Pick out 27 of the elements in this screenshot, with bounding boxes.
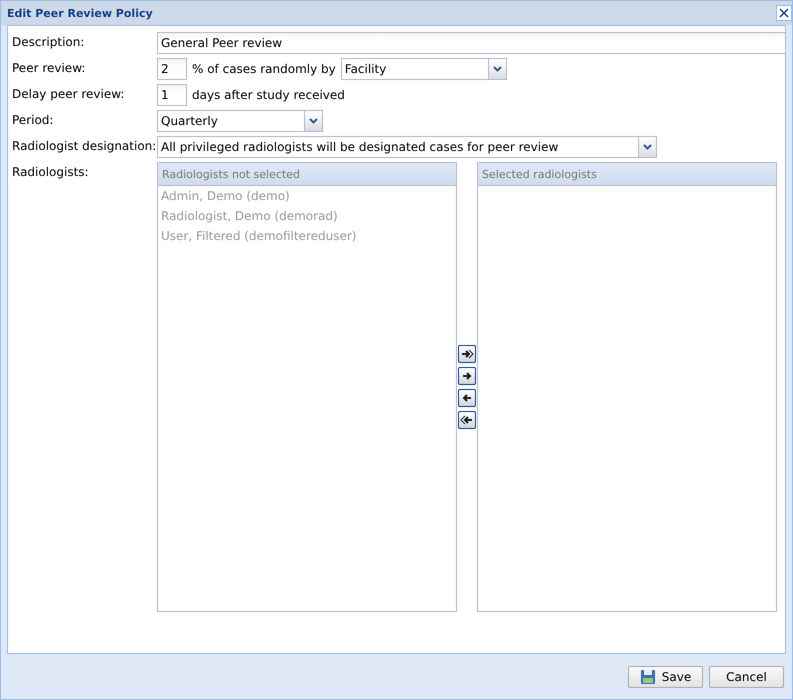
field-label: Radiologist designation: [12,138,157,155]
list-header: Radiologists not selected [158,163,456,186]
input-field[interactable]: General Peer review [157,32,786,54]
field-hint: days after study received [192,88,345,102]
cancel-button[interactable]: Cancel [709,666,784,688]
caret-icon [643,144,652,150]
field-label: Description: [12,34,86,51]
close-icon[interactable] [776,5,792,21]
remove-all-button[interactable] [458,411,476,429]
dropdown[interactable]: All privileged radiologists will be designated cases for peer review [157,136,657,158]
caret-icon [309,118,318,124]
dropdown[interactable]: Facility [340,58,507,80]
window-title: Edit Peer Review Policy [7,6,153,20]
field-label: Delay peer review: [12,86,126,103]
field-hint: % of cases randomly by [192,62,336,76]
dropdown[interactable]: Quarterly [157,110,323,132]
list-header: Selected radiologists [478,163,776,186]
field-label: Period: [12,112,54,129]
add-button[interactable] [458,367,476,385]
caret-icon [492,66,502,72]
add-all-button[interactable] [458,345,476,363]
input-field[interactable]: 1 [157,84,187,106]
field-label: Peer review: [12,60,86,77]
remove-button[interactable] [458,389,476,407]
field-label: Radiologists: [12,164,90,181]
save-button[interactable]: Save [628,666,703,688]
input-field[interactable]: 2 [157,58,187,80]
